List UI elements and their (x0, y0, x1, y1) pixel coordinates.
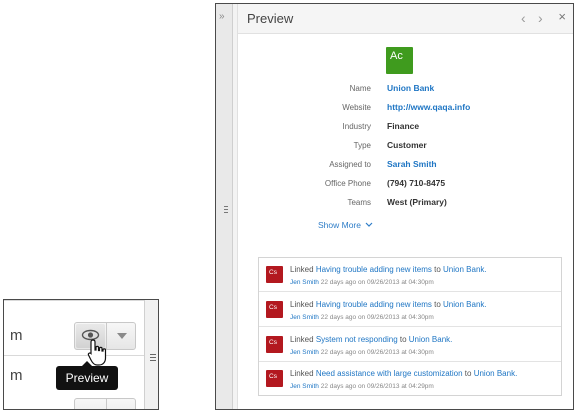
field-label-type: Type (353, 141, 371, 150)
activity-to: to (464, 369, 472, 378)
field-label-industry: Industry (342, 122, 371, 131)
activity-item: Cs Linked Having trouble adding new item… (259, 258, 561, 292)
activity-prefix: Linked (290, 369, 314, 378)
activity-timestamp: 22 days ago on 09/26/2013 at 04:29pm (320, 383, 434, 390)
activity-item: Cs Linked Having trouble adding new item… (259, 293, 561, 327)
preview-title: Preview (247, 11, 294, 26)
activity-timestamp: 22 days ago on 09/26/2013 at 04:30pm (320, 314, 434, 321)
activity-meta: Jen Smith 22 days ago on 09/26/2013 at 0… (290, 349, 434, 356)
list-row-text: m (10, 367, 23, 384)
chevron-down-icon[interactable] (117, 333, 127, 339)
activity-target-link[interactable]: Union Bank. (474, 369, 518, 378)
field-value-teams: West (Primary) (387, 197, 447, 207)
activity-author-link[interactable]: Jen Smith (290, 314, 319, 321)
chevron-down-icon (365, 222, 373, 227)
field-value-website[interactable]: http://www.qaqa.info (387, 102, 470, 112)
activity-author-link[interactable]: Jen Smith (290, 383, 319, 390)
activity-prefix: Linked (290, 300, 314, 309)
activity-meta: Jen Smith 22 days ago on 09/26/2013 at 0… (290, 383, 434, 390)
account-avatar: Ac (386, 47, 413, 74)
activity-timestamp: 22 days ago on 09/26/2013 at 04:30pm (320, 279, 434, 286)
field-value-name[interactable]: Union Bank (387, 83, 434, 93)
field-value-type: Customer (387, 140, 427, 150)
row-divider (4, 355, 144, 356)
activity-text: Linked Need assistance with large custom… (290, 369, 517, 378)
scrollbar[interactable] (144, 300, 158, 409)
case-icon: Cs (266, 370, 283, 387)
activity-prefix: Linked (290, 335, 314, 344)
field-value-assigned-to[interactable]: Sarah Smith (387, 159, 437, 169)
activity-subject-link[interactable]: Having trouble adding new items (316, 265, 432, 274)
activity-stream: Cs Linked Having trouble adding new item… (258, 257, 562, 396)
activity-to: to (399, 335, 407, 344)
case-icon: Cs (266, 301, 283, 318)
show-more-label: Show More (318, 220, 361, 230)
activity-subject-link[interactable]: Need assistance with large customization (316, 369, 463, 378)
activity-meta: Jen Smith 22 days ago on 09/26/2013 at 0… (290, 314, 434, 321)
field-label-assigned-to: Assigned to (329, 160, 371, 169)
activity-target-link[interactable]: Union Bank. (409, 335, 453, 344)
field-label-teams: Teams (347, 198, 371, 207)
preview-header: Preview ‹ › × (238, 4, 573, 34)
row-divider (4, 300, 144, 301)
activity-item: Cs Linked Need assistance with large cus… (259, 362, 561, 396)
activity-to: to (434, 300, 441, 309)
activity-text: Linked System not responding to Union Ba… (290, 335, 452, 344)
show-more-link[interactable]: Show More (318, 220, 373, 230)
activity-text: Linked Having trouble adding new items t… (290, 265, 487, 274)
activity-text: Linked Having trouble adding new items t… (290, 300, 487, 309)
preview-tooltip: Preview (56, 361, 118, 390)
activity-item: Cs Linked System not responding to Union… (259, 328, 561, 362)
drag-handle-icon[interactable] (224, 206, 228, 215)
activity-prefix: Linked (290, 265, 314, 274)
activity-author-link[interactable]: Jen Smith (290, 279, 319, 286)
activity-timestamp: 22 days ago on 09/26/2013 at 04:30pm (320, 349, 434, 356)
collapse-icon[interactable]: » (219, 11, 225, 22)
case-icon: Cs (266, 336, 283, 353)
list-row-text: m (10, 327, 23, 344)
field-label-name: Name (349, 84, 371, 93)
drag-handle-icon[interactable] (150, 354, 156, 363)
previous-record-icon[interactable]: ‹ (521, 10, 526, 26)
preview-panel: » Preview ‹ › × Ac Name Union Bank Websi… (215, 3, 574, 410)
activity-author-link[interactable]: Jen Smith (290, 349, 319, 356)
case-icon: Cs (266, 266, 283, 283)
field-value-industry: Finance (387, 121, 420, 131)
activity-subject-link[interactable]: System not responding (316, 335, 398, 344)
next-record-icon[interactable]: › (538, 10, 543, 26)
close-icon[interactable]: × (558, 9, 566, 24)
activity-target-link[interactable]: Union Bank. (443, 265, 487, 274)
field-label-office-phone: Office Phone (324, 179, 371, 188)
button-split (106, 399, 107, 409)
activity-target-link[interactable]: Union Bank. (443, 300, 487, 309)
field-value-office-phone: (794) 710-8475 (387, 178, 446, 188)
activity-subject-link[interactable]: Having trouble adding new items (316, 300, 432, 309)
list-inset: m m (3, 299, 159, 410)
activity-meta: Jen Smith 22 days ago on 09/26/2013 at 0… (290, 279, 434, 286)
preview-button-group[interactable] (74, 398, 136, 409)
field-label-website: Website (342, 103, 371, 112)
activity-to: to (434, 265, 441, 274)
